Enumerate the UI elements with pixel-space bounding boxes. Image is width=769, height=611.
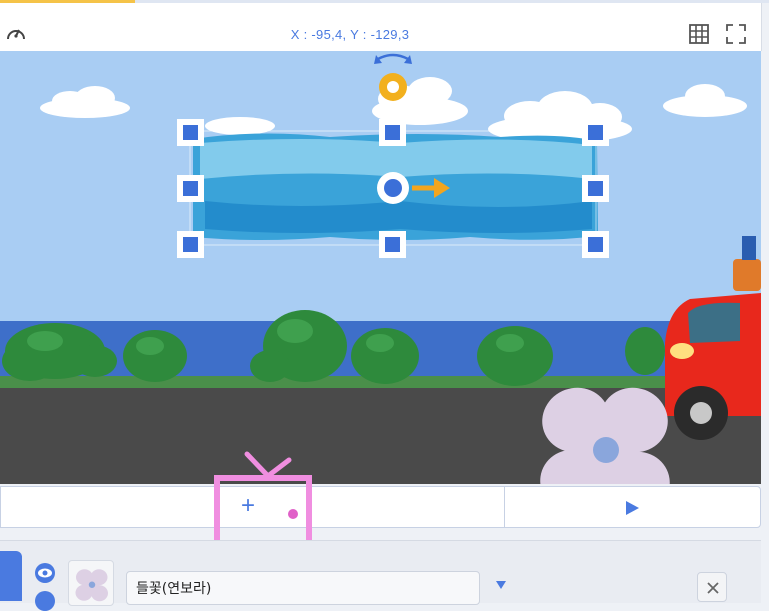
dropdown-arrow-icon[interactable] [495,580,507,590]
flower-sprite[interactable] [538,384,674,484]
fullscreen-icon[interactable] [725,23,747,45]
close-button[interactable] [697,572,727,602]
shapes-tab-icon[interactable] [0,551,22,601]
play-icon[interactable] [623,499,641,517]
controls-divider [504,487,505,527]
sprite-name-field[interactable]: 들꽃(연보라) [126,571,480,605]
coordinates-readout: X : -95,4, Y : -129,3 [290,27,410,42]
grid-icon[interactable] [688,23,710,45]
sprite-thumbnail[interactable] [68,560,114,606]
speedometer-icon[interactable] [5,23,27,43]
stage-canvas[interactable] [0,51,761,484]
link-icon[interactable] [35,591,55,611]
close-icon [707,582,719,594]
stage-toolbar: X : -95,4, Y : -129,3 [0,3,762,51]
sprite-list-row: 들꽃(연보라) [0,540,761,611]
flower-thumbnail-icon [75,569,108,602]
eye-icon[interactable] [35,563,55,583]
sprite-controls-row: + [0,486,761,528]
center-point-handle[interactable] [377,172,409,204]
add-button[interactable]: + [236,494,260,519]
cloud-5 [205,117,275,135]
